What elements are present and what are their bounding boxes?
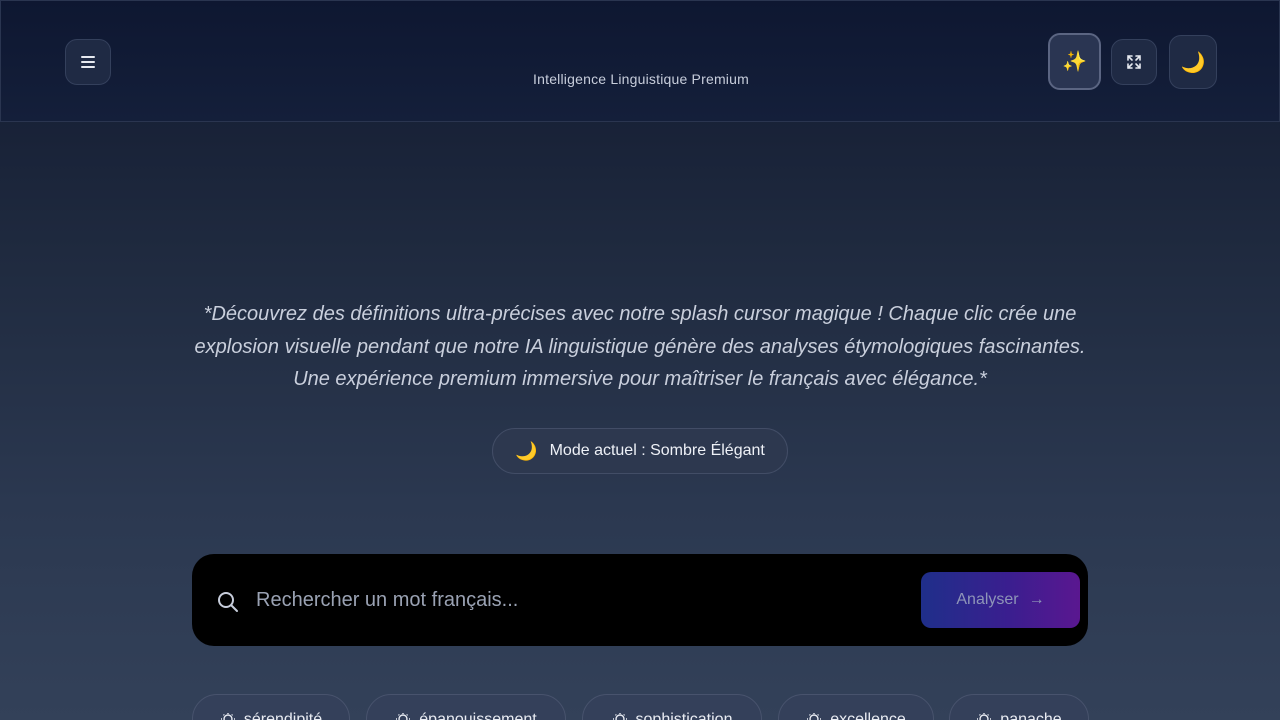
current-mode-badge: 🌙 Mode actuel : Sombre Élégant xyxy=(492,428,788,474)
mode-label: Mode actuel : Sombre Élégant xyxy=(549,442,765,459)
lightbulb-icon xyxy=(977,713,992,720)
chip-label: sérendipité xyxy=(243,711,323,720)
suggestion-chip[interactable]: sophistication xyxy=(582,694,762,720)
search-icon xyxy=(218,592,238,612)
sparkles-icon: ✨ xyxy=(1062,51,1087,73)
chip-label: épanouissement xyxy=(419,711,537,720)
moon-icon: 🌙 xyxy=(1180,51,1206,74)
chip-label: panache xyxy=(1000,711,1062,720)
chip-label: sophistication xyxy=(635,711,733,720)
lightbulb-icon xyxy=(612,713,627,720)
fullscreen-button[interactable] xyxy=(1111,39,1157,85)
moon-icon: 🌙 xyxy=(515,440,538,461)
chip-label: excellence xyxy=(830,711,906,720)
expand-icon xyxy=(1127,55,1141,69)
hamburger-icon xyxy=(81,56,95,68)
top-bar: Intelligence Linguistique Premium ✨ 🌙 xyxy=(0,0,1280,122)
suggestion-chip[interactable]: sérendipité xyxy=(192,694,350,720)
splash-effect-button[interactable]: ✨ xyxy=(1048,33,1101,90)
lightbulb-icon xyxy=(396,713,411,720)
suggestion-chip[interactable]: panache xyxy=(949,694,1089,720)
analyze-button[interactable]: Analyser → xyxy=(921,572,1080,628)
lightbulb-icon xyxy=(220,713,235,720)
suggestion-chip[interactable]: excellence xyxy=(778,694,934,720)
theme-toggle-button[interactable]: 🌙 xyxy=(1169,35,1217,89)
arrow-right-icon: → xyxy=(1028,591,1045,608)
analyze-label: Analyser xyxy=(956,591,1019,608)
search-input[interactable] xyxy=(256,580,896,620)
hero-tagline: *Découvrez des définitions ultra-précise… xyxy=(194,303,1086,390)
suggestion-chip[interactable]: épanouissement xyxy=(366,694,566,720)
search-bar: Analyser → xyxy=(192,554,1088,646)
lightbulb-icon xyxy=(807,713,822,720)
